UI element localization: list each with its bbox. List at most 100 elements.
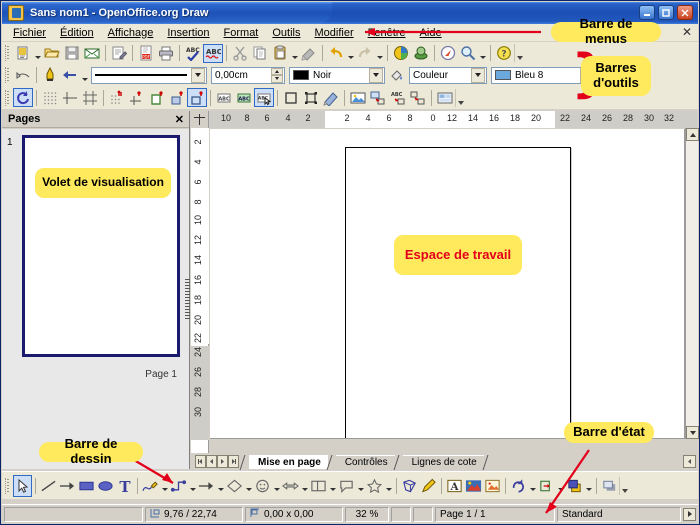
scroll-up-icon[interactable] (686, 128, 699, 141)
align-dropdown-icon[interactable] (556, 476, 565, 495)
menu-format[interactable]: Format (217, 26, 266, 40)
pdf-icon[interactable]: PDF (136, 44, 156, 63)
fontwork-icon[interactable]: A (445, 475, 464, 497)
diamond-shape-icon[interactable] (225, 475, 244, 497)
redo-arrow-icon[interactable] (355, 44, 375, 63)
toolbar-grip[interactable] (5, 67, 11, 83)
3d-object-icon[interactable] (400, 475, 419, 497)
snap-lines-icon[interactable] (127, 88, 147, 107)
open-folder-icon[interactable] (42, 44, 62, 63)
page-surface[interactable]: Espace de travail (345, 147, 571, 438)
printer-icon[interactable] (156, 44, 176, 63)
pages-panel-body[interactable]: 1 Volet de visualisation Page 1 (2, 129, 190, 469)
object-insert-icon[interactable] (408, 88, 428, 107)
panel-splitter[interactable] (185, 279, 190, 319)
ruler-origin-icon[interactable] (191, 110, 209, 128)
redo-dropdown-icon[interactable] (375, 44, 384, 63)
tab-next-icon[interactable] (217, 455, 228, 468)
flowchart-dropdown-icon[interactable] (328, 476, 337, 495)
toolbar-grip[interactable] (5, 477, 11, 494)
scissors-icon[interactable] (230, 44, 250, 63)
help-question-icon[interactable]: ? (494, 44, 514, 63)
menu-insertion[interactable]: Insertion (160, 26, 216, 40)
line-width-spinner[interactable]: 0,00cm (211, 66, 285, 84)
fill-type-combo[interactable]: Couleur (409, 66, 487, 84)
arrow-line-icon[interactable] (58, 475, 77, 497)
paint-can-icon[interactable] (387, 66, 407, 85)
close-button[interactable] (677, 5, 693, 20)
snap-guide-icon[interactable] (60, 88, 80, 107)
save-disk-icon[interactable] (62, 44, 82, 63)
3d-scene-icon[interactable] (411, 44, 431, 63)
horizontal-ruler[interactable]: 10 8 6 4 2 2 4 6 8 0 12 14 16 18 20 22 2… (191, 110, 698, 128)
stars-dropdown-icon[interactable] (384, 476, 393, 495)
snap-margins-icon[interactable] (147, 88, 167, 107)
gallery-icon[interactable] (435, 88, 455, 107)
callout-bubble-icon[interactable] (337, 475, 356, 497)
menu-fenetre[interactable]: Fenêtre (361, 26, 413, 40)
chevron-down-icon[interactable] (191, 67, 205, 83)
zoom-dropdown-icon[interactable] (478, 44, 487, 63)
rotate-dropdown-icon[interactable] (528, 476, 537, 495)
menu-fichier[interactable]: Fichier (6, 26, 53, 40)
new-doc-icon[interactable] (13, 44, 33, 63)
arrow-style-icon[interactable] (60, 66, 80, 85)
undo-arrow-icon[interactable] (326, 44, 346, 63)
text-area-icon[interactable] (281, 88, 301, 107)
new-doc-dropdown-icon[interactable] (33, 44, 42, 63)
smiley-icon[interactable] (253, 475, 272, 497)
gallery-frame-icon[interactable] (483, 475, 502, 497)
vertical-ruler[interactable]: 2 4 6 8 10 12 14 16 18 20 22 24 26 28 30 (191, 128, 209, 453)
shadow-object-icon[interactable] (600, 475, 619, 497)
toolbar-grip[interactable] (5, 89, 11, 106)
basic-shapes-dropdown-icon[interactable] (244, 476, 253, 495)
abc-check-icon[interactable]: ABC (183, 44, 203, 63)
options-toolbar-overflow[interactable] (455, 88, 466, 107)
rotate-icon[interactable] (13, 88, 33, 107)
tab-lignes-de-cote[interactable]: Lignes de cote (402, 455, 484, 469)
ellipse-icon[interactable] (96, 475, 115, 497)
status-resize-icon[interactable] (683, 507, 696, 521)
status-zoom[interactable]: 32 % (345, 506, 389, 522)
line-style-combo[interactable] (91, 66, 207, 84)
page-thumbnail[interactable]: Volet de visualisation (22, 135, 180, 357)
tab-first-icon[interactable] (195, 455, 206, 468)
close-icon[interactable]: ✕ (175, 113, 184, 126)
abc-wave-icon[interactable]: ABC (203, 43, 223, 63)
vertical-scrollbar[interactable] (685, 128, 699, 439)
image-file-icon[interactable] (464, 475, 483, 497)
image-insert-icon[interactable] (348, 88, 368, 107)
lines-dropdown-icon[interactable] (216, 476, 225, 495)
grid-icon[interactable] (40, 88, 60, 107)
connector-dropdown-icon[interactable] (188, 476, 197, 495)
align-icon[interactable] (537, 475, 556, 497)
spin-down-icon[interactable] (271, 75, 283, 83)
points-pencil-icon[interactable] (419, 475, 438, 497)
tab-mise-en-page[interactable]: Mise en page (249, 455, 328, 469)
arrow-style-dropdown-icon[interactable] (80, 66, 89, 85)
line-endpoint-icon[interactable] (13, 66, 33, 85)
spin-up-icon[interactable] (271, 67, 283, 75)
tab-controles[interactable]: Contrôles (335, 455, 395, 469)
snap-points-icon[interactable] (187, 88, 207, 107)
menu-outils[interactable]: Outils (265, 26, 307, 40)
block-arrows-dropdown-icon[interactable] (300, 476, 309, 495)
menu-edition[interactable]: Édition (53, 26, 101, 40)
tab-prev-icon[interactable] (206, 455, 217, 468)
tab-last-icon[interactable] (228, 455, 239, 468)
chevron-down-icon[interactable] (369, 67, 383, 83)
copy-icon[interactable] (250, 44, 270, 63)
filter-icon[interactable] (321, 88, 341, 107)
maximize-button[interactable] (658, 5, 674, 20)
paste-dropdown-icon[interactable] (290, 44, 299, 63)
clipboard-icon[interactable] (270, 44, 290, 63)
magnifier-icon[interactable] (458, 44, 478, 63)
star-icon[interactable] (365, 475, 384, 497)
envelope-icon[interactable] (82, 44, 102, 63)
textbox-insert-icon[interactable] (368, 88, 388, 107)
line-icon[interactable] (39, 475, 58, 497)
paintbrush-icon[interactable] (299, 44, 319, 63)
snap-border-icon[interactable] (167, 88, 187, 107)
curve-dropdown-icon[interactable] (160, 476, 169, 495)
pie-chart-icon[interactable] (391, 44, 411, 63)
